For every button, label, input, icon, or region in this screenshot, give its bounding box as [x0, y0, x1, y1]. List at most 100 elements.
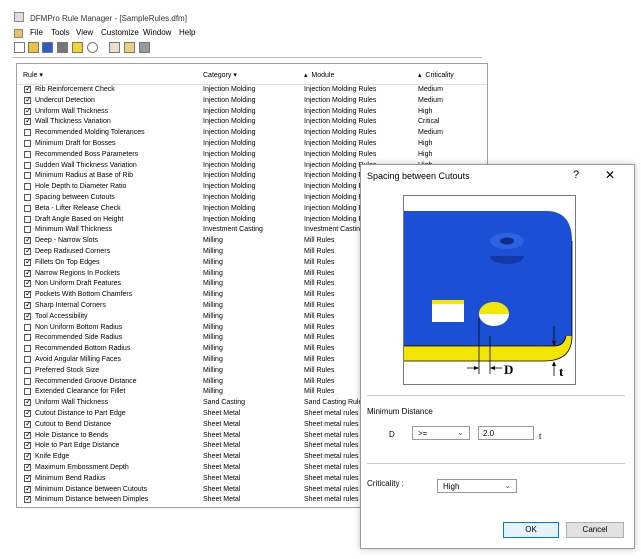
rule-checkbox[interactable]: ✓	[24, 462, 32, 471]
rule-checkbox[interactable]: ✓	[24, 278, 32, 288]
rule-checkbox[interactable]: ✓	[24, 215, 31, 223]
rule-category: Sheet Metal	[203, 464, 241, 471]
menu-file[interactable]: File	[30, 28, 43, 37]
rule-category: Milling	[203, 237, 223, 245]
header-criticality[interactable]: ▴ Criticality	[418, 71, 454, 79]
window-title: DFMPro Rule Manager - [SampleRules.dfm]	[30, 14, 187, 23]
rule-checkbox[interactable]: ✓	[24, 345, 31, 353]
rule-checkbox[interactable]: ✓	[24, 311, 32, 320]
rule-checkbox[interactable]: ✓	[24, 397, 32, 407]
operator-select[interactable]: >= ⌄	[412, 426, 470, 440]
help-icon[interactable]	[72, 42, 83, 53]
rule-checkbox[interactable]: ✓	[24, 323, 31, 331]
value-input[interactable]: 2.0	[478, 426, 534, 440]
separator	[367, 395, 625, 396]
rule-checkbox[interactable]: ✓	[24, 226, 31, 234]
rule-row[interactable]: ✓ Uniform Wall Thickness Injection Molding…	[17, 105, 487, 116]
part-drawing: D t	[404, 196, 575, 384]
rule-checkbox[interactable]: ✓	[24, 235, 32, 245]
open-icon[interactable]	[28, 42, 39, 53]
rule-checkbox[interactable]: ✓	[24, 451, 32, 461]
header-rule[interactable]: Rule ▾	[23, 71, 43, 79]
rule-module: Injection Molding Rules	[304, 107, 377, 115]
criticality-label: Criticality :	[367, 479, 404, 488]
rule-category: Milling	[203, 269, 223, 277]
rule-name: Rib Reinforcement Check	[35, 86, 115, 93]
rule-category: Sheet Metal	[203, 485, 241, 493]
rule-row[interactable]: ✓ Recommended Molding Tolerances Injection…	[17, 128, 487, 137]
rule-checkbox[interactable]: ✓	[24, 494, 32, 504]
rule-checkbox[interactable]: ✓	[24, 116, 32, 126]
rule-checkbox[interactable]: ✓	[24, 246, 32, 255]
rule-module: Injection Molding R	[304, 204, 364, 212]
rule-checkbox[interactable]: ✓	[24, 377, 31, 385]
find-icon[interactable]	[87, 42, 98, 53]
blank-icon[interactable]	[139, 42, 150, 53]
rule-checkbox[interactable]: ✓	[24, 183, 31, 191]
rule-row[interactable]: ✓ Recommended Boss Parameters Injection Mo…	[17, 150, 487, 159]
rule-row[interactable]: ✓ Minimum Draft for Bosses Injection Moldi…	[17, 139, 487, 148]
header-module[interactable]: ▴ Module	[304, 71, 334, 79]
check-icon: ✓	[25, 300, 32, 309]
rule-module: Investment Casting	[304, 226, 364, 234]
header-category[interactable]: Category ▾	[203, 71, 237, 79]
rule-module: Mill Rules	[304, 280, 335, 288]
rule-row[interactable]: ✓ Rib Reinforcement Check Injection Moldin…	[17, 84, 487, 94]
rule-name: Minimum Distance between Cutouts	[35, 485, 148, 493]
rule-checkbox[interactable]: ✓	[24, 440, 32, 450]
rule-checkbox[interactable]: ✓	[24, 289, 32, 299]
rule-name: Preferred Stock Size	[35, 366, 100, 374]
rule-name: Minimum Radius at Base of Rib	[35, 172, 134, 180]
rule-checkbox[interactable]: ✓	[24, 194, 31, 201]
rule-checkbox[interactable]: ✓	[24, 366, 31, 374]
menu-customize[interactable]: Customize	[101, 28, 139, 37]
rule-checkbox[interactable]: ✓	[24, 419, 32, 428]
rule-checkbox[interactable]: ✓	[24, 356, 31, 363]
new-icon[interactable]	[14, 42, 25, 53]
criticality-select[interactable]: High ⌄	[437, 479, 517, 493]
rule-checkbox[interactable]: ✓	[24, 140, 31, 147]
rule-row[interactable]: ✓ Wall Thickness Variation Injection Moldi…	[17, 116, 487, 126]
menu-tools[interactable]: Tools	[51, 28, 70, 37]
stop-icon[interactable]	[57, 42, 68, 53]
menu-window[interactable]: Window	[143, 28, 171, 37]
close-button[interactable]: ✕	[605, 168, 615, 182]
rule-checkbox[interactable]: ✓	[24, 172, 31, 180]
rule-name: Recommended Boss Parameters	[35, 150, 139, 158]
rule-module: Injection Molding Rules	[304, 96, 377, 104]
report-icon[interactable]	[124, 42, 135, 53]
rule-checkbox[interactable]: ✓	[24, 204, 31, 212]
rule-module: Mill Rules	[304, 366, 335, 374]
menu-help[interactable]: Help	[179, 28, 195, 37]
rule-category: Milling	[203, 366, 223, 374]
rule-checkbox[interactable]: ✓	[24, 267, 32, 277]
rule-row[interactable]: ✓ Undercut Detection Injection Molding Inje…	[17, 94, 487, 105]
rule-checkbox[interactable]: ✓	[24, 150, 31, 158]
rule-checkbox[interactable]: ✓	[24, 105, 32, 115]
save-icon[interactable]	[42, 42, 53, 53]
check-icon: ✓	[25, 494, 32, 504]
check-icon: ✓	[25, 94, 32, 104]
rule-checkbox[interactable]: ✓	[24, 430, 32, 439]
check-icon: ✓	[25, 105, 32, 115]
rule-checkbox[interactable]: ✓	[24, 408, 32, 417]
properties-icon[interactable]	[109, 42, 120, 53]
check-icon: ✓	[25, 267, 32, 277]
rule-checkbox[interactable]: ✓	[24, 484, 32, 493]
rule-checkbox[interactable]: ✓	[24, 334, 31, 342]
rule-checkbox[interactable]: ✓	[24, 300, 32, 309]
rule-checkbox[interactable]: ✓	[24, 161, 31, 169]
rule-checkbox[interactable]: ✓	[24, 84, 32, 93]
ok-button[interactable]: OK	[503, 522, 559, 538]
rule-checkbox[interactable]: ✓	[24, 388, 31, 396]
rule-name: Hole Distance to Bends	[35, 431, 109, 439]
rule-checkbox[interactable]: ✓	[24, 129, 31, 137]
rule-name: Spacing between Cutouts	[35, 194, 115, 201]
rule-checkbox[interactable]: ✓	[24, 257, 32, 266]
rule-module: Sheet metal rules	[304, 496, 359, 504]
rule-checkbox[interactable]: ✓	[24, 473, 32, 482]
help-button[interactable]: ?	[573, 169, 579, 181]
menu-view[interactable]: View	[76, 28, 93, 37]
cancel-button[interactable]: Cancel	[566, 522, 624, 538]
rule-checkbox[interactable]: ✓	[24, 94, 32, 104]
